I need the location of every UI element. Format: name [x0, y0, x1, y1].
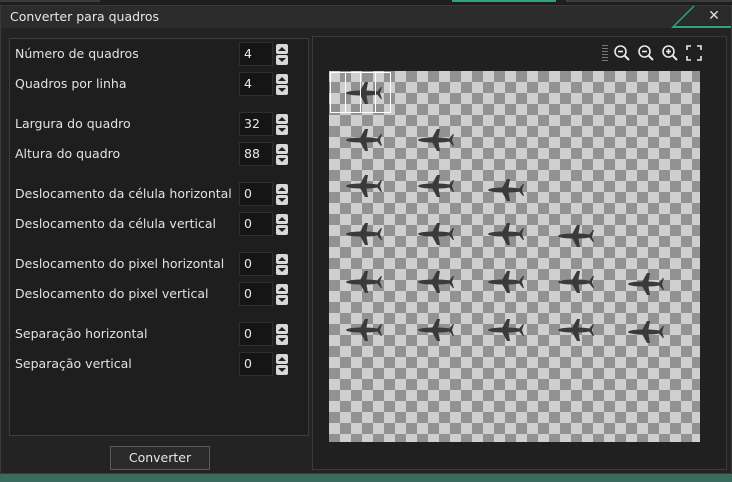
decrement-icon[interactable]	[276, 195, 288, 205]
field-label: Deslocamento do pixel horizontal	[15, 256, 225, 271]
field-label: Separação horizontal	[15, 326, 148, 341]
pixel-offset-v-input[interactable]: 0	[239, 282, 273, 306]
zoom-in-icon[interactable]	[660, 43, 680, 63]
frame-selection	[345, 72, 361, 113]
jet-sprite	[415, 315, 455, 345]
preview-panel	[312, 36, 727, 470]
field-frame-width: Largura do quadro 32	[10, 112, 308, 136]
jet-sprite	[625, 269, 665, 299]
jet-sprite	[625, 317, 665, 347]
jet-sprite	[485, 219, 525, 249]
zoom-reset-icon[interactable]	[636, 43, 656, 63]
jet-sprite	[555, 221, 595, 251]
decrement-icon[interactable]	[276, 225, 288, 235]
increment-icon[interactable]	[276, 44, 288, 54]
jet-sprite	[415, 267, 455, 297]
separation-h-input[interactable]: 0	[239, 322, 273, 346]
field-label: Separação vertical	[15, 356, 132, 371]
increment-icon[interactable]	[276, 184, 288, 194]
jet-sprite	[343, 171, 383, 201]
increment-icon[interactable]	[276, 114, 288, 124]
field-cell-offset-h: Deslocamento da célula horizontal 0	[10, 182, 308, 206]
decrement-icon[interactable]	[276, 85, 288, 95]
field-label: Quadros por linha	[15, 76, 127, 91]
decrement-icon[interactable]	[276, 55, 288, 65]
fullscreen-icon[interactable]	[684, 43, 704, 63]
field-frame-count: Número de quadros 4	[10, 42, 308, 66]
sprite-preview-canvas[interactable]	[329, 71, 700, 442]
field-label: Largura do quadro	[15, 116, 131, 131]
decrement-icon[interactable]	[276, 125, 288, 135]
field-frame-height: Altura do quadro 88	[10, 142, 308, 166]
increment-icon[interactable]	[276, 284, 288, 294]
increment-icon[interactable]	[276, 214, 288, 224]
jet-sprite	[485, 175, 525, 205]
increment-icon[interactable]	[276, 144, 288, 154]
top-strip	[0, 0, 732, 4]
field-separation-h: Separação horizontal 0	[10, 322, 308, 346]
frames-per-row-input[interactable]: 4	[239, 72, 273, 96]
field-label: Deslocamento do pixel vertical	[15, 286, 209, 301]
jet-sprite	[343, 125, 383, 155]
frame-selection	[375, 72, 391, 113]
decrement-icon[interactable]	[276, 365, 288, 375]
jet-sprite	[343, 267, 383, 297]
decrement-icon[interactable]	[276, 155, 288, 165]
title-bar[interactable]: Converter para quadros ✕	[1, 6, 731, 28]
jet-sprite	[555, 267, 595, 297]
decrement-icon[interactable]	[276, 295, 288, 305]
decrement-icon[interactable]	[276, 335, 288, 345]
jet-sprite	[485, 267, 525, 297]
settings-panel: Número de quadros 4 Quadros por linha 4 …	[9, 38, 309, 436]
separation-v-input[interactable]: 0	[239, 352, 273, 376]
convert-button[interactable]: Converter	[110, 446, 210, 470]
field-frames-per-row: Quadros por linha 4	[10, 72, 308, 96]
decrement-icon[interactable]	[276, 265, 288, 275]
increment-icon[interactable]	[276, 354, 288, 364]
field-pixel-offset-h: Deslocamento do pixel horizontal 0	[10, 252, 308, 276]
frame-selection	[360, 72, 376, 113]
frame-selection	[330, 72, 346, 113]
jet-sprite	[343, 219, 383, 249]
frame-count-input[interactable]: 4	[239, 42, 273, 66]
jet-sprite	[415, 219, 455, 249]
cell-offset-h-input[interactable]: 0	[239, 182, 273, 206]
zoom-out-icon[interactable]	[612, 43, 632, 63]
field-label: Altura do quadro	[15, 146, 121, 161]
field-label: Deslocamento da célula vertical	[15, 216, 217, 231]
frame-height-input[interactable]: 88	[239, 142, 273, 166]
frame-width-input[interactable]: 32	[239, 112, 273, 136]
toolbar-grip-icon[interactable]	[602, 45, 608, 61]
cell-offset-v-input[interactable]: 0	[239, 212, 273, 236]
field-label: Deslocamento da célula horizontal	[15, 186, 232, 201]
jet-sprite	[415, 171, 455, 201]
field-label: Número de quadros	[15, 46, 139, 61]
increment-icon[interactable]	[276, 324, 288, 334]
field-pixel-offset-v: Deslocamento do pixel vertical 0	[10, 282, 308, 306]
close-icon[interactable]: ✕	[707, 9, 721, 23]
title-accent-inner	[675, 6, 731, 26]
jet-sprite	[343, 315, 383, 345]
dialog-title: Converter para quadros	[10, 9, 160, 24]
increment-icon[interactable]	[276, 254, 288, 264]
field-separation-v: Separação vertical 0	[10, 352, 308, 376]
jet-sprite	[485, 315, 525, 345]
jet-sprite	[415, 125, 455, 155]
pixel-offset-h-input[interactable]: 0	[239, 252, 273, 276]
jet-sprite	[555, 315, 595, 345]
converter-dialog: Converter para quadros ✕ Número de quadr…	[0, 5, 732, 474]
increment-icon[interactable]	[276, 74, 288, 84]
field-cell-offset-v: Deslocamento da célula vertical 0	[10, 212, 308, 236]
